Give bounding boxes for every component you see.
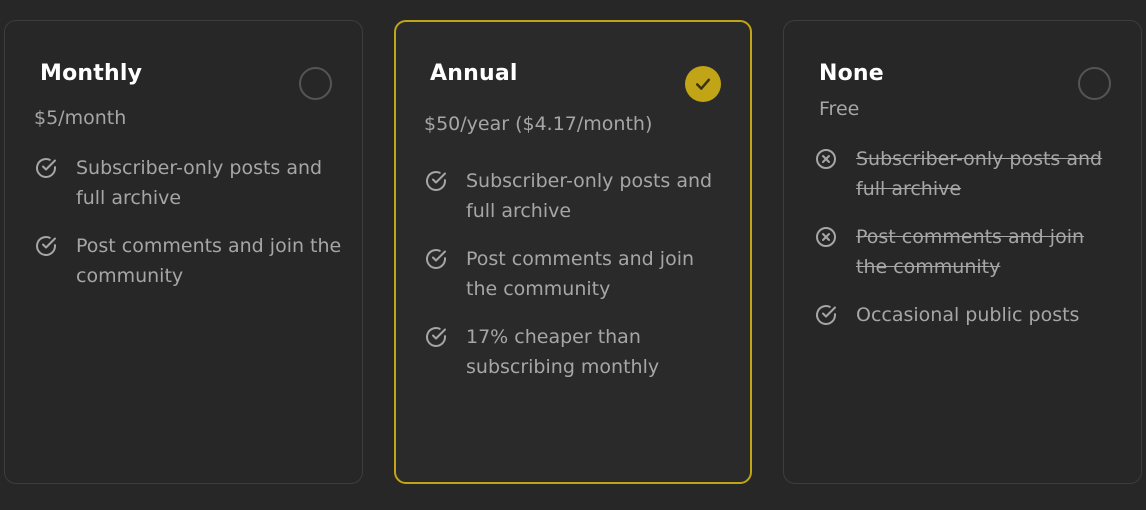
feature-list: Subscriber-only posts and full archive P… xyxy=(34,153,342,309)
feature-item: Occasional public posts xyxy=(814,300,1121,330)
check-circle-icon xyxy=(36,158,56,178)
feature-item: 17% cheaper than subscribing monthly xyxy=(424,322,730,382)
feature-text: Post comments and join the community xyxy=(466,248,695,300)
plan-card-none[interactable]: None Free Subscriber-only posts and full… xyxy=(783,20,1142,484)
feature-text: Occasional public posts xyxy=(856,304,1080,326)
feature-text: Subscriber-only posts and full archive xyxy=(76,157,323,209)
feature-item: Post comments and join the community xyxy=(34,231,342,291)
feature-text: Subscriber-only posts and full archive xyxy=(466,170,713,222)
feature-text: 17% cheaper than subscribing monthly xyxy=(466,326,660,378)
check-circle-icon xyxy=(426,327,446,347)
check-circle-icon xyxy=(36,236,56,256)
x-circle-icon xyxy=(816,227,836,247)
plan-radio[interactable] xyxy=(1078,67,1111,100)
feature-item-excluded: Post comments and join the community xyxy=(814,222,1121,282)
check-circle-icon xyxy=(426,171,446,191)
feature-item: Subscriber-only posts and full archive xyxy=(424,166,730,226)
plan-card-annual[interactable]: Annual $50/year ($4.17/month) Subscriber… xyxy=(394,20,752,484)
plan-price: Free xyxy=(819,98,860,120)
check-circle-icon xyxy=(816,305,836,325)
feature-text: Subscriber-only posts and full archive xyxy=(856,148,1103,200)
feature-list: Subscriber-only posts and full archive P… xyxy=(424,166,730,400)
feature-text: Post comments and join the community xyxy=(76,235,342,287)
plan-title: Monthly xyxy=(40,61,143,86)
plan-title: None xyxy=(819,61,884,86)
plan-price: $5/month xyxy=(34,107,127,129)
feature-item: Post comments and join the community xyxy=(424,244,730,304)
feature-item-excluded: Subscriber-only posts and full archive xyxy=(814,144,1121,204)
plan-radio[interactable] xyxy=(299,67,332,100)
plan-title: Annual xyxy=(430,61,518,86)
check-circle-icon xyxy=(426,249,446,269)
feature-item: Subscriber-only posts and full archive xyxy=(34,153,342,213)
check-icon xyxy=(695,78,711,90)
plan-price: $50/year ($4.17/month) xyxy=(424,113,653,135)
plan-radio-selected[interactable] xyxy=(685,66,721,102)
feature-list: Subscriber-only posts and full archive P… xyxy=(814,144,1121,348)
x-circle-icon xyxy=(816,149,836,169)
feature-text: Post comments and join the community xyxy=(856,226,1085,278)
plan-card-monthly[interactable]: Monthly $5/month Subscriber-only posts a… xyxy=(4,20,363,484)
